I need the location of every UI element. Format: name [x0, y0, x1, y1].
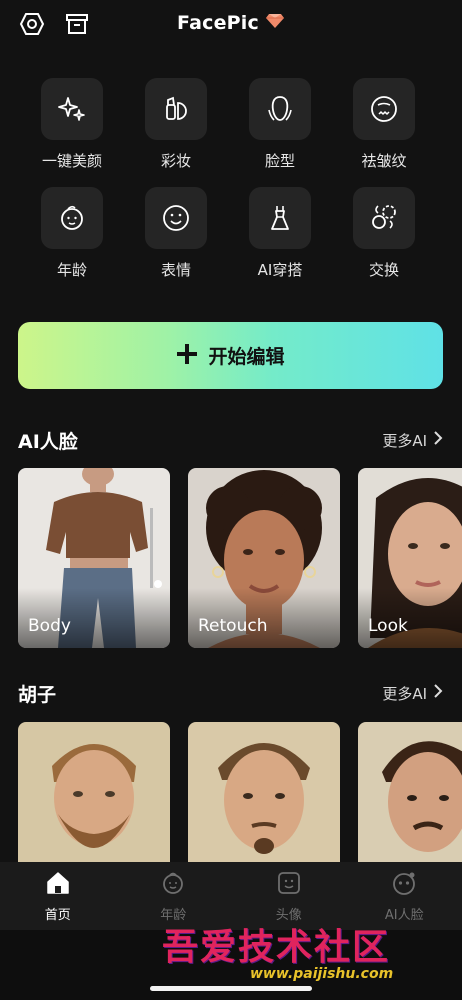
ai-face-icon — [391, 870, 417, 900]
tool-age[interactable]: 年龄 — [20, 187, 124, 280]
card-look[interactable]: Look — [358, 468, 462, 648]
card-beard-mustache[interactable] — [358, 722, 462, 862]
tool-swap[interactable]: 交换 — [332, 187, 436, 280]
swap-face-icon — [353, 187, 415, 249]
app-title: FacePic — [177, 12, 259, 34]
tab-label: 首页 — [44, 907, 71, 923]
section-header-ai-face: AI人脸 更多AI — [18, 425, 443, 455]
home-indicator[interactable] — [150, 986, 312, 991]
tool-label: 祛皱纹 — [361, 152, 407, 170]
dress-icon — [249, 187, 311, 249]
tool-label: 一键美颜 — [41, 152, 102, 170]
card-label: Look — [368, 616, 408, 636]
watermark-text: 吾爱技术社区 — [162, 926, 391, 968]
home-icon — [45, 870, 71, 900]
card-beard-goatee[interactable] — [188, 722, 340, 862]
section-title: 胡子 — [18, 683, 57, 706]
tool-label: 彩妆 — [160, 152, 191, 170]
card-label: Body — [28, 616, 71, 636]
tool-one-click-beauty[interactable]: 一键美颜 — [20, 78, 124, 171]
tool-makeup[interactable]: 彩妆 — [124, 78, 228, 171]
smile-face-icon — [145, 187, 207, 249]
baby-face-icon — [41, 187, 103, 249]
face-shape-icon — [249, 78, 311, 140]
tool-label: 表情 — [160, 261, 191, 279]
age-icon — [160, 870, 186, 900]
more-ai-link[interactable]: 更多AI — [382, 430, 443, 451]
card-retouch[interactable]: Retouch — [188, 468, 340, 648]
ai-face-cards: Body Retouch Look — [18, 468, 462, 648]
chevron-right-icon — [433, 684, 443, 702]
section-header-beard: 胡子 更多AI — [18, 678, 443, 708]
tool-label: 年龄 — [56, 261, 87, 279]
wrinkle-face-icon — [353, 78, 415, 140]
card-label: Retouch — [198, 616, 268, 636]
more-label: 更多AI — [382, 684, 427, 703]
chevron-right-icon — [433, 431, 443, 449]
card-beard-full[interactable] — [18, 722, 170, 862]
top-bar: FacePic — [0, 0, 462, 48]
beard-photo-3 — [358, 722, 462, 862]
tab-home[interactable]: 首页 — [0, 862, 116, 930]
start-editing-button[interactable]: 开始编辑 — [18, 322, 443, 389]
sparkles-icon — [41, 78, 103, 140]
beard-photo-1 — [18, 722, 170, 862]
makeup-icon — [145, 78, 207, 140]
plus-icon — [176, 343, 198, 369]
tool-label: AI穿搭 — [257, 261, 303, 279]
start-editing-label: 开始编辑 — [208, 346, 285, 368]
avatar-icon — [276, 870, 302, 900]
more-ai-link[interactable]: 更多AI — [382, 683, 443, 704]
tool-expression[interactable]: 表情 — [124, 187, 228, 280]
watermark-url: www.paijishu.com — [250, 966, 394, 982]
tab-label: AI人脸 — [384, 907, 424, 923]
beard-cards — [18, 722, 462, 862]
tool-label: 脸型 — [264, 152, 295, 170]
tools-grid: 一键美颜 彩妆 脸型 祛皱纹 年龄 表情 AI穿搭 交换 — [20, 78, 442, 280]
card-body[interactable]: Body — [18, 468, 170, 648]
premium-diamond-icon[interactable] — [265, 13, 285, 33]
tool-ai-outfit[interactable]: AI穿搭 — [228, 187, 332, 280]
beard-photo-2 — [188, 722, 340, 862]
tool-remove-wrinkles[interactable]: 祛皱纹 — [332, 78, 436, 171]
tool-face-shape[interactable]: 脸型 — [228, 78, 332, 171]
more-label: 更多AI — [382, 431, 427, 450]
tool-label: 交换 — [368, 261, 399, 279]
section-title: AI人脸 — [18, 430, 78, 453]
